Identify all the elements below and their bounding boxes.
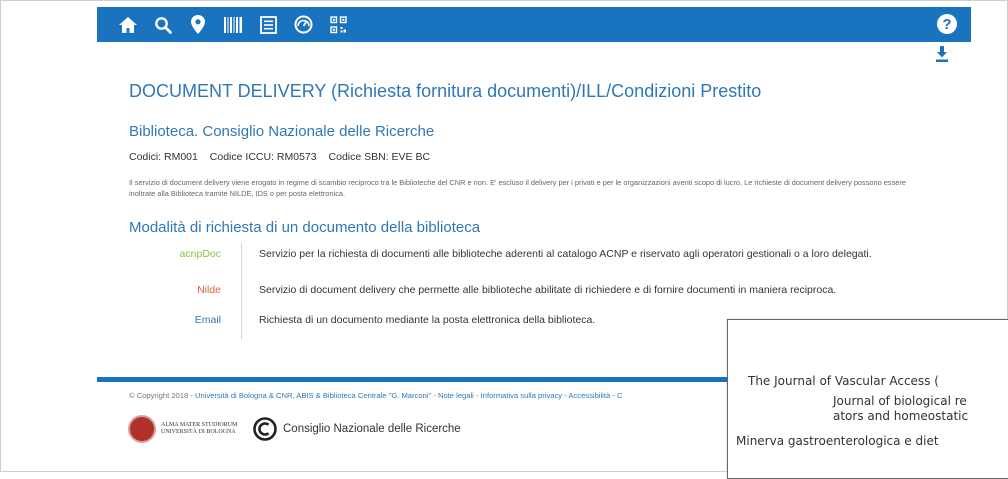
footer-link-legal[interactable]: Note legali bbox=[438, 391, 474, 400]
sbn-code: Codice SBN: EVE BC bbox=[328, 151, 431, 163]
toolbar-icons bbox=[117, 7, 349, 42]
copyright: © Copyright 2018 - Università di Bologna… bbox=[129, 391, 623, 400]
page-title: DOCUMENT DELIVERY (Richiesta fornitura d… bbox=[129, 81, 762, 101]
method-label-nilde[interactable]: Nilde bbox=[197, 283, 221, 298]
barcode-icon[interactable] bbox=[222, 14, 244, 36]
copyright-prefix: © Copyright 2018 - bbox=[129, 391, 195, 400]
footer-link-owners[interactable]: Università di Bologna & CNR, ABIS & Bibl… bbox=[195, 391, 431, 400]
method-label-email[interactable]: Email bbox=[195, 313, 221, 328]
unibo-seal-icon[interactable] bbox=[128, 415, 156, 443]
cnr-logo-icon[interactable] bbox=[253, 417, 277, 441]
overlay-panel: The Journal of Vascular Access ( Journal… bbox=[727, 319, 1008, 479]
unibo-logo-text: ALMA MATER STUDIORUM UNIVERSITÀ DI BOLOG… bbox=[161, 422, 241, 436]
qr-code-icon[interactable] bbox=[327, 14, 349, 36]
home-icon[interactable] bbox=[117, 14, 139, 36]
method-label-acnpdoc[interactable]: acnpDoc bbox=[180, 247, 221, 262]
map-pin-icon[interactable] bbox=[187, 14, 209, 36]
cnr-name: Consiglio Nazionale delle Ricerche bbox=[283, 423, 461, 435]
help-icon[interactable]: ? bbox=[937, 14, 957, 34]
top-toolbar: ? bbox=[97, 7, 971, 42]
library-codes: Codici: RM001 Codice ICCU: RM0573 Codice… bbox=[129, 151, 439, 163]
footer-logos: ALMA MATER STUDIORUM UNIVERSITÀ DI BOLOG… bbox=[128, 411, 461, 447]
dashboard-icon[interactable] bbox=[292, 14, 314, 36]
footer-link-accessibility[interactable]: Accessibilità bbox=[568, 391, 610, 400]
method-desc-acnpdoc: Servizio per la richiesta di documenti a… bbox=[259, 248, 872, 260]
iccu-code: Codice ICCU: RM0573 bbox=[209, 151, 317, 163]
footer-link-cut[interactable]: C bbox=[617, 391, 622, 400]
overlay-line-2: Journal of biological re bbox=[833, 394, 967, 408]
overlay-line-4: Minerva gastroenterologica e diet bbox=[736, 434, 939, 448]
footer-bar bbox=[97, 377, 727, 382]
unibo-line1: ALMA MATER STUDIORUM bbox=[161, 422, 238, 428]
list-icon[interactable] bbox=[257, 14, 279, 36]
section-title: Modalità di richiesta di un documento de… bbox=[129, 219, 481, 236]
search-icon[interactable] bbox=[152, 14, 174, 36]
method-desc-nilde: Servizio di document delivery che permet… bbox=[259, 284, 837, 296]
service-description: Il servizio di document delivery viene e… bbox=[129, 178, 906, 198]
overlay-line-3: ators and homeostatic bbox=[833, 409, 969, 423]
divider bbox=[241, 243, 242, 339]
overlay-line-1: The Journal of Vascular Access ( bbox=[748, 374, 939, 388]
library-code: Codici: RM001 bbox=[129, 151, 198, 163]
unibo-line2: UNIVERSITÀ DI BOLOGNA bbox=[161, 429, 236, 435]
library-name: Biblioteca. Consiglio Nazionale delle Ri… bbox=[129, 123, 435, 140]
download-icon[interactable] bbox=[935, 45, 949, 63]
footer-link-privacy[interactable]: Informativa sulla privacy bbox=[481, 391, 562, 400]
